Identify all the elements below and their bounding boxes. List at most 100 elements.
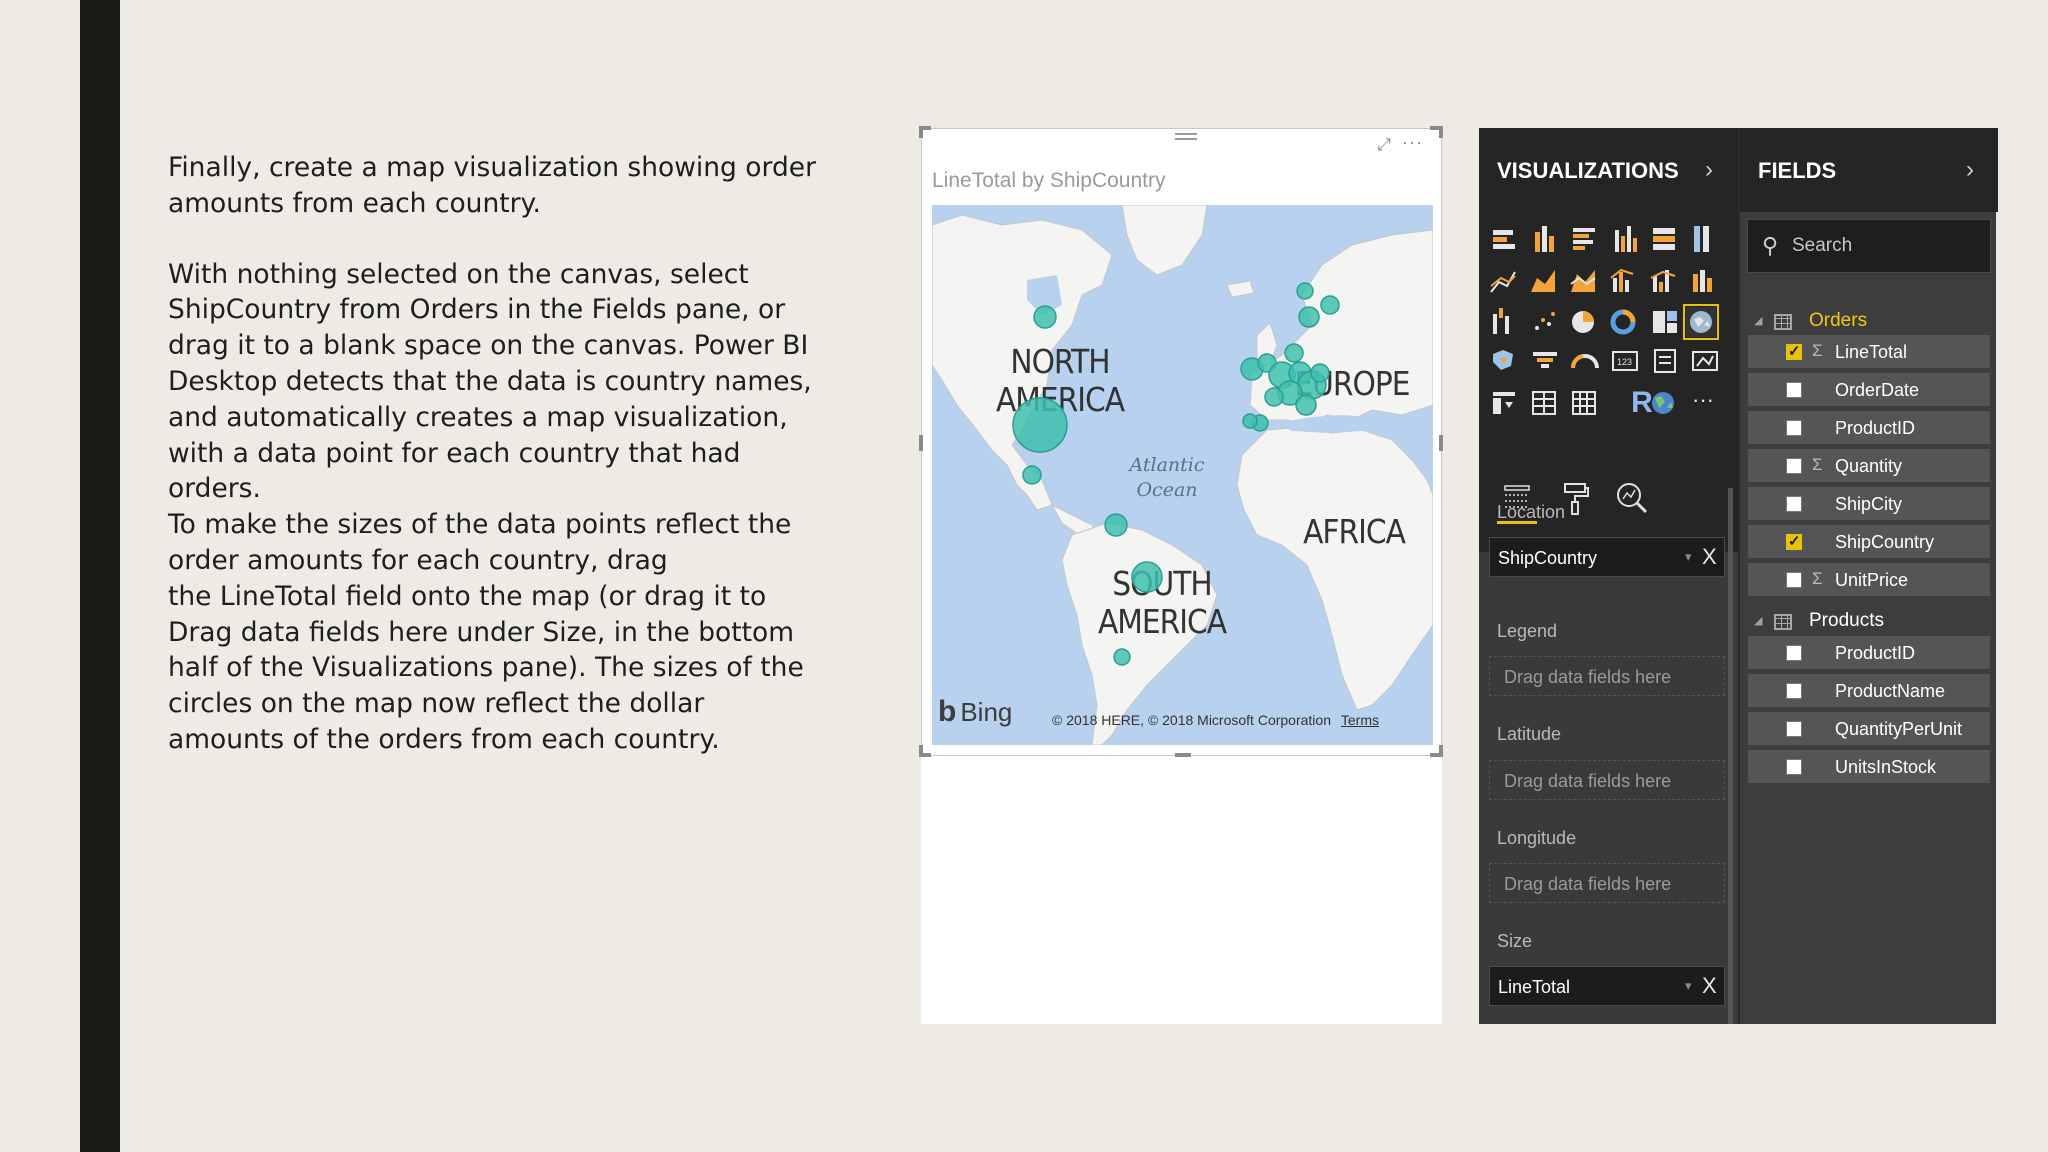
legend-placeholder: Drag data fields here [1504, 667, 1672, 687]
field-item-productid[interactable]: ProductID [1748, 636, 1990, 669]
latitude-drop-zone[interactable]: Drag data fields here [1489, 760, 1725, 800]
field-item-productname[interactable]: ProductName [1748, 674, 1990, 707]
resize-handle[interactable] [919, 126, 923, 138]
checkbox-icon[interactable] [1786, 420, 1802, 436]
field-item-unitsinstock[interactable]: UnitsInStock [1748, 750, 1990, 783]
bing-text: Bing [960, 697, 1013, 727]
drag-grip-icon[interactable] [1175, 133, 1197, 145]
field-item-linetotal[interactable]: Σ LineTotal [1748, 335, 1990, 368]
checkbox-icon[interactable] [1786, 645, 1802, 661]
expand-triangle-icon[interactable]: ◢ [1754, 614, 1762, 627]
line-chart-icon [1490, 271, 1516, 293]
resize-handle[interactable] [1175, 753, 1191, 757]
checkbox-icon[interactable] [1786, 458, 1802, 474]
field-item-orderdate[interactable]: OrderDate [1748, 373, 1990, 406]
checkbox-icon[interactable] [1786, 382, 1802, 398]
map-label-africa: AFRICA [1303, 512, 1406, 551]
well-label-location: Location [1497, 502, 1566, 522]
more-options-icon[interactable]: ··· [1402, 133, 1428, 153]
visualizations-title: VISUALIZATIONS [1497, 158, 1679, 183]
longitude-drop-zone[interactable]: Drag data fields here [1489, 863, 1725, 903]
100-stacked-column-chart-icon [1694, 226, 1709, 252]
resize-handle[interactable] [1439, 435, 1443, 451]
map-icon [1690, 311, 1712, 333]
visual-title: LineTotal by ShipCountry [932, 169, 1166, 192]
map-label-europe: EUROPE [1294, 364, 1410, 403]
field-item-quantity[interactable]: Σ Quantity [1748, 449, 1990, 482]
field-item-unitprice[interactable]: Σ UnitPrice [1748, 563, 1990, 596]
location-field-name: ShipCountry [1498, 548, 1598, 568]
bing-logo: b Bing [938, 695, 1013, 728]
field-item-productid[interactable]: ProductID [1748, 411, 1990, 444]
analytics-tab-icon[interactable] [1612, 478, 1652, 518]
checkbox-icon[interactable] [1786, 721, 1802, 737]
report-canvas[interactable]: ⤢ ··· LineTotal by ShipCountry NORTH AME… [919, 126, 1443, 1024]
clustered-column-chart-icon [1615, 226, 1637, 252]
magnifier-chart-glyph [1617, 483, 1648, 514]
checkbox-icon[interactable] [1786, 683, 1802, 699]
fields-header: FIELDS › [1740, 128, 1998, 212]
checkbox-icon[interactable] [1786, 759, 1802, 775]
checkbox-icon[interactable] [1786, 572, 1802, 588]
fields-search-box[interactable]: ⚲ [1747, 219, 1991, 273]
field-name: UnitsInStock [1835, 757, 1937, 777]
table-name: Products [1809, 610, 1884, 631]
size-well-field[interactable]: LineTotal ▾ X [1489, 966, 1725, 1006]
chevron-down-icon[interactable]: ▾ [1685, 978, 1692, 994]
field-item-quantityperunit[interactable]: QuantityPerUnit [1748, 712, 1990, 745]
field-item-shipcountry[interactable]: ShipCountry [1748, 525, 1990, 558]
visualizations-scrollbar[interactable] [1728, 488, 1733, 1024]
map-area[interactable]: NORTH AMERICA EUROPE AFRICA SOUTH AMERIC… [932, 205, 1433, 745]
svg-text:123: 123 [1617, 357, 1632, 367]
filled-map-icon-2 [1493, 350, 1513, 370]
line-and-column-chart-icon [1610, 268, 1634, 292]
sigma-icon: Σ [1812, 569, 1823, 588]
field-name: ShipCountry [1835, 532, 1935, 552]
checkbox-checked-icon[interactable] [1786, 342, 1802, 360]
matrix-icon [1572, 391, 1596, 415]
collapse-visualizations-chevron-icon[interactable]: › [1705, 156, 1713, 184]
slicer-icon [1493, 392, 1515, 414]
chevron-down-icon[interactable]: ▾ [1685, 549, 1692, 565]
collapse-fields-chevron-icon[interactable]: › [1966, 156, 1974, 184]
more-visuals-icon[interactable]: ··· [1688, 388, 1718, 418]
terms-link[interactable]: Terms [1341, 712, 1379, 728]
visual-icons-grid: 123 [1490, 226, 1718, 415]
expand-triangle-icon[interactable]: ◢ [1754, 314, 1762, 327]
field-name: Quantity [1835, 456, 1903, 476]
filled-map-icon[interactable] [1683, 304, 1719, 340]
map-label-north-america: NORTH AMERICA [995, 342, 1125, 419]
size-field-name: LineTotal [1498, 977, 1571, 997]
100-stacked-bar-chart-icon [1653, 228, 1675, 250]
checkbox-icon[interactable] [1786, 496, 1802, 512]
fields-search-input[interactable] [1792, 232, 1982, 260]
r-script-visual-icon[interactable]: R [1627, 388, 1657, 418]
table-name: Orders [1809, 310, 1868, 331]
ribbon-chart-icon [1693, 270, 1712, 292]
sigma-icon: Σ [1812, 341, 1823, 360]
field-item-shipcity[interactable]: ShipCity [1748, 487, 1990, 520]
map-copyright: © 2018 HERE, © 2018 Microsoft Corporatio… [1052, 712, 1379, 728]
resize-handle[interactable] [1439, 745, 1443, 757]
donut-chart-icon [1610, 309, 1636, 335]
well-label-latitude: Latitude [1497, 724, 1562, 744]
treemap-icon [1653, 311, 1677, 333]
legend-drop-zone[interactable]: Drag data fields here [1489, 656, 1725, 696]
resize-handle[interactable] [919, 745, 923, 757]
fields-title: FIELDS [1758, 158, 1837, 183]
location-well-field[interactable]: ShipCountry ▾ X [1489, 537, 1725, 577]
resize-handle[interactable] [1439, 126, 1443, 138]
resize-handle[interactable] [919, 435, 923, 451]
map-visual-container[interactable]: ⤢ ··· LineTotal by ShipCountry NORTH AME… [919, 126, 1443, 757]
checkbox-checked-icon[interactable] [1786, 532, 1802, 550]
field-name: ShipCity [1835, 494, 1903, 514]
stacked-bar-chart-icon [1493, 230, 1515, 249]
focus-mode-icon[interactable]: ⤢ [1374, 135, 1394, 155]
well-label-longitude: Longitude [1497, 828, 1577, 848]
remove-field-icon[interactable]: X [1702, 544, 1717, 570]
multi-row-card-icon [1654, 349, 1676, 373]
slide-paragraph-1: Finally, create a map visualization show… [168, 152, 816, 219]
map-label-south-america: SOUTH AMERICA [1097, 564, 1227, 641]
kpi-icon [1692, 351, 1718, 371]
remove-field-icon[interactable]: X [1702, 973, 1717, 999]
